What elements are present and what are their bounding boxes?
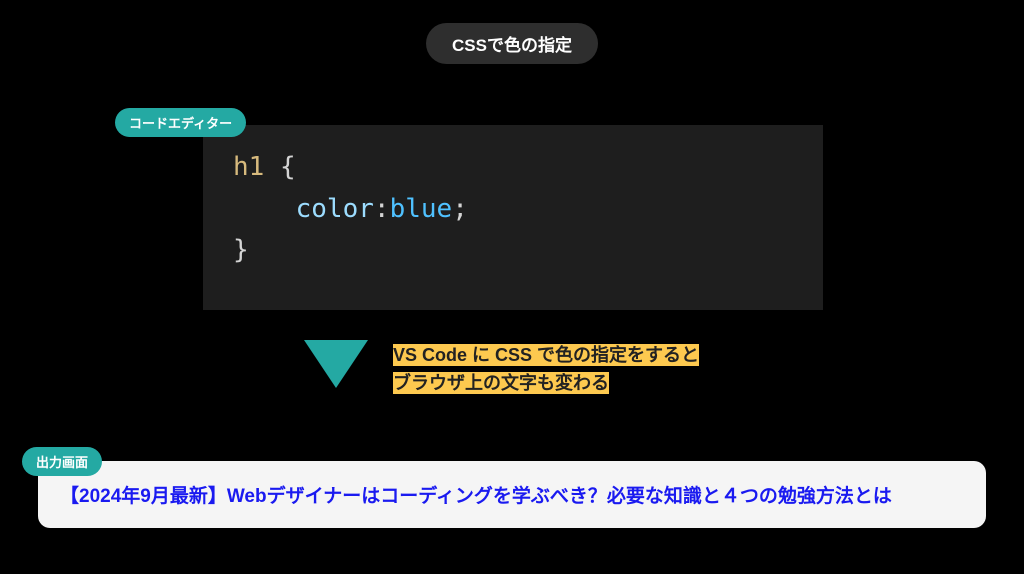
- code-line-2: color:blue;: [233, 189, 793, 231]
- explanatory-caption: VS Code に CSS で色の指定をすると ブラウザ上の文字も変わる: [393, 342, 699, 398]
- css-colon: :: [374, 194, 390, 224]
- css-semicolon: ;: [452, 194, 468, 224]
- css-property: color: [296, 194, 374, 224]
- code-line-1: h1 {: [233, 147, 793, 189]
- css-selector: h1: [233, 152, 264, 182]
- css-brace-close: }: [233, 235, 249, 265]
- page-title-pill: CSSで色の指定: [426, 23, 598, 64]
- output-heading-text: 【2024年9月最新】Webデザイナーはコーディングを学ぶべき？必要な知識と４つ…: [60, 486, 892, 507]
- code-editor-label: コードエディター: [115, 108, 246, 137]
- code-editor-box: h1 { color:blue; }: [203, 125, 823, 310]
- arrow-down-icon: [304, 340, 368, 388]
- code-line-3: }: [233, 230, 793, 272]
- caption-line-2: ブラウザ上の文字も変わる: [393, 372, 609, 394]
- output-label: 出力画面: [22, 447, 102, 476]
- css-value: blue: [390, 194, 453, 224]
- css-brace-open: {: [280, 152, 296, 182]
- caption-line-1: VS Code に CSS で色の指定をすると: [393, 344, 699, 366]
- output-box: 【2024年9月最新】Webデザイナーはコーディングを学ぶべき？必要な知識と４つ…: [38, 461, 986, 528]
